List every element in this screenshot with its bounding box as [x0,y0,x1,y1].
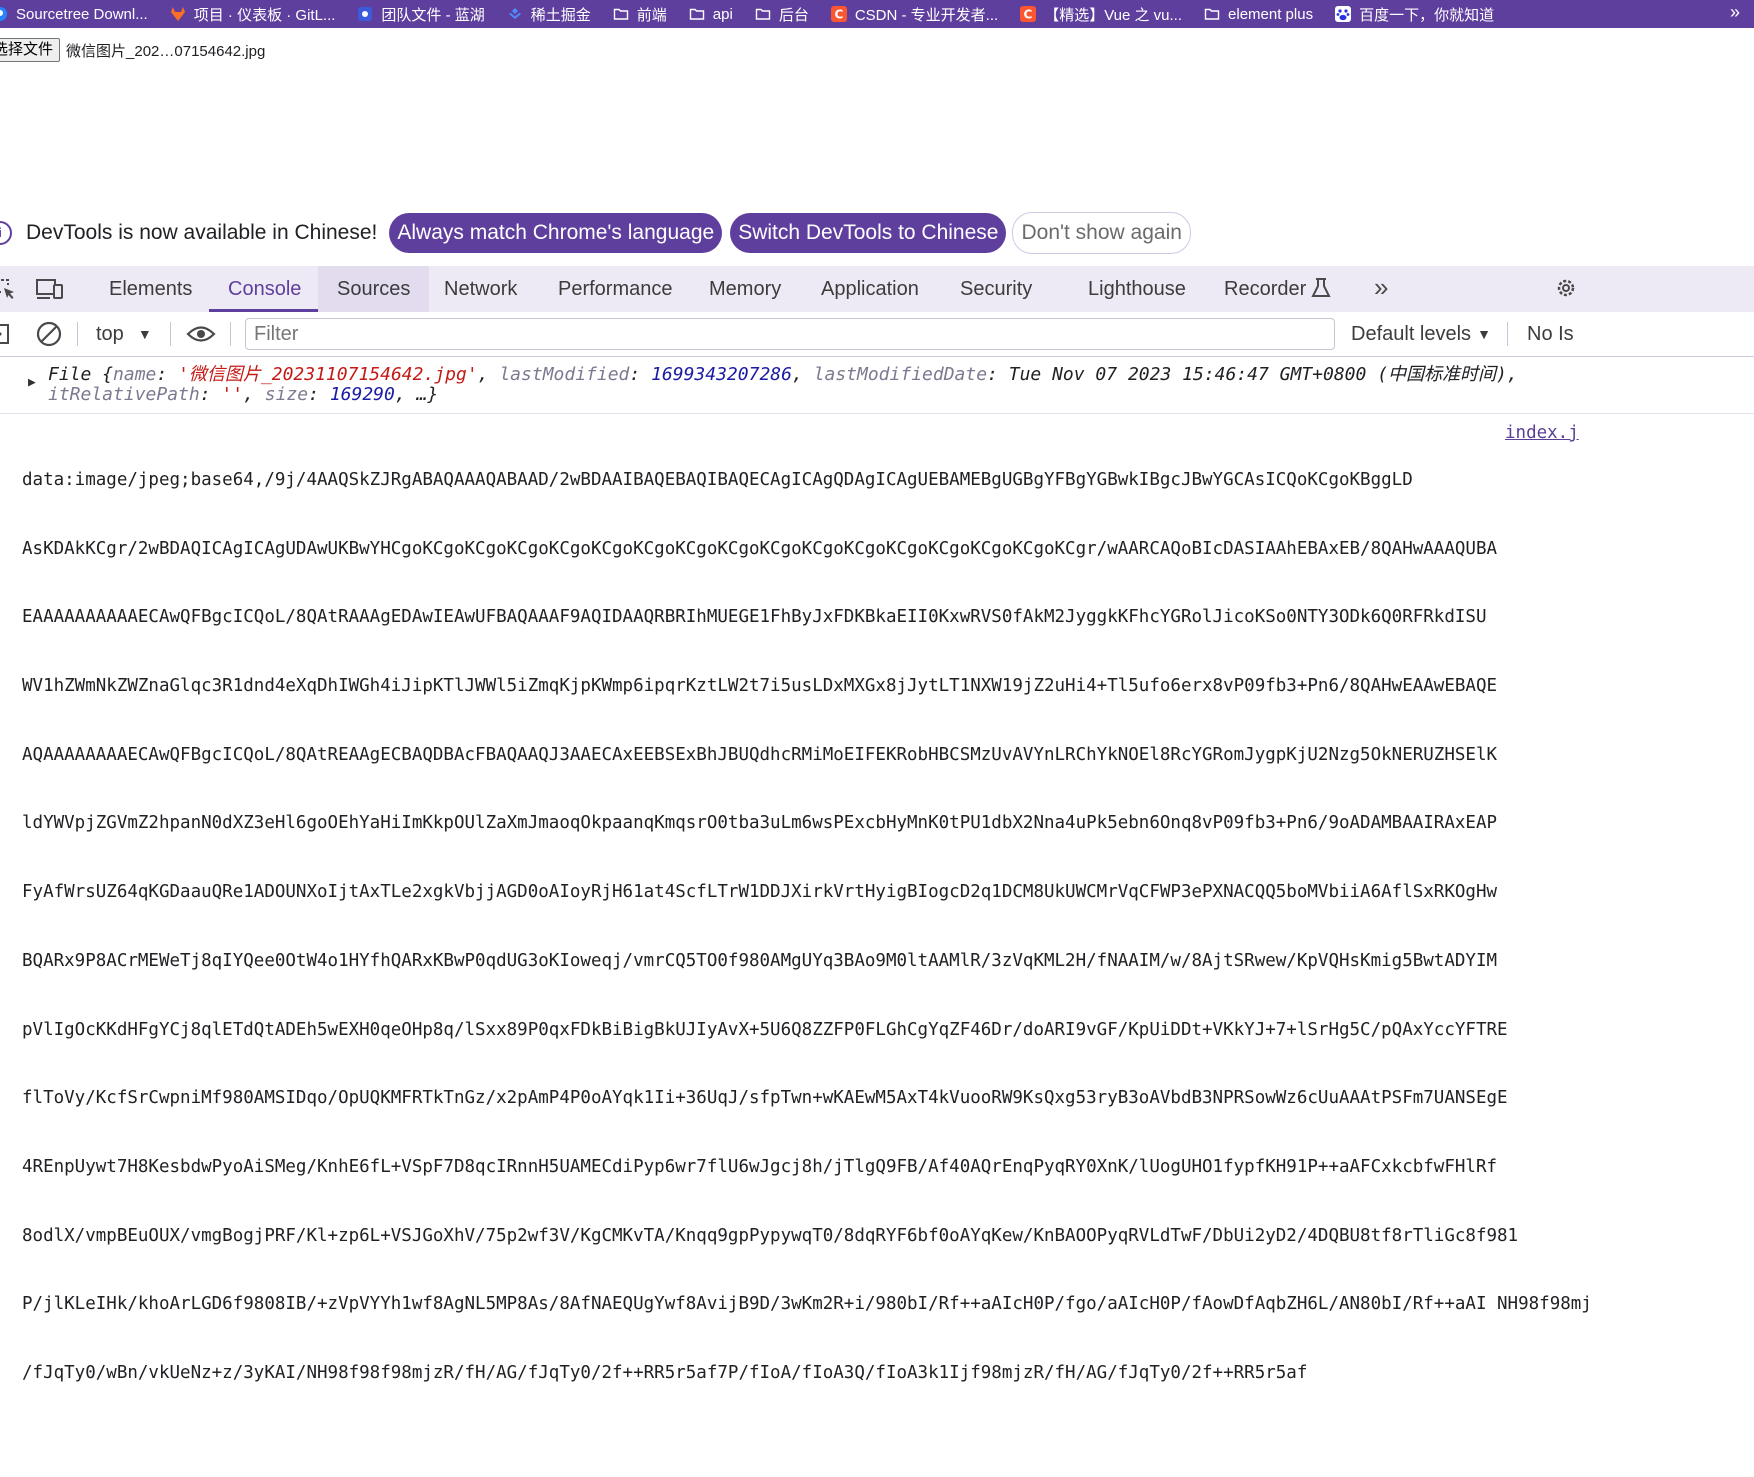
log-line: /fJqTy0/wBn/vkUeNz+z/3yKAI/NH98f98f98mjz… [22,1363,1308,1384]
tab-network[interactable]: Network [425,266,536,312]
choose-file-button[interactable]: 选择文件 [0,38,61,62]
csdn-icon: C [1020,6,1037,22]
bookmark-item[interactable]: C CSDN - 专业开发者... [830,4,999,25]
clear-console-icon[interactable] [36,312,62,356]
divider [230,322,231,346]
log-levels-label: Default levels [1351,322,1472,345]
dont-show-again-button[interactable]: Don't show again [1012,211,1191,254]
log-line: ldYWVpjZGVmZ2hpanN0dXZ3eHl6goOEhYaHiImKk… [22,813,1498,834]
bookmark-label: CSDN - 专业开发者... [854,6,999,24]
tab-sources[interactable]: Sources [318,266,430,312]
bookmark-item[interactable]: element plus [1204,6,1313,23]
sidebar-toggle-icon[interactable] [0,312,12,356]
tab-application[interactable]: Application [802,266,938,312]
info-icon: i [0,220,12,245]
gear-icon[interactable] [1554,276,1578,305]
bookmark-label: api [712,5,733,23]
bookmark-label: 百度一下，你就知道 [1359,6,1495,24]
folder-icon [755,6,771,22]
bookmark-label: 【精选】Vue 之 vu... [1044,6,1183,24]
log-line: AsKDAkKCgr/2wBDAQICAgICAgUDAwUKBwYHCgoKC… [22,538,1498,559]
svg-text:C: C [834,8,843,22]
log-line: WV1hZWmNkZWZnaGlqc3R1dnd4eXqDhIWGh4iJipK… [22,675,1498,696]
console-message-file[interactable]: ▶ File {name: '微信图片_20231107154642.jpg',… [0,357,1754,414]
selected-file-name: 微信图片_202…07154642.jpg [66,42,266,60]
bookmark-label: Sourcetree Downl... [16,5,148,23]
inspect-element-icon[interactable] [0,278,16,305]
log-line: pVlIgOcKKdHFgYCj8qlETdQtADEh5wEXH0qeOHp8… [22,1019,1508,1040]
console-toolbar: top ▼ Default levels ▼ No Is [0,312,1754,357]
always-match-language-button[interactable]: Always match Chrome's language [389,212,723,253]
tab-memory[interactable]: Memory [690,266,800,312]
context-selector[interactable]: top ▼ [96,312,152,356]
tab-console[interactable]: Console [209,266,321,312]
caret-down-icon: ▼ [1477,326,1491,342]
baidu-icon [1335,6,1352,22]
log-line: FyAfWrsUZ64qKGDaauQRe1ADOUNXoIjtAxTLe2xg… [22,882,1498,903]
file-input: 选择文件 微信图片_202…07154642.jpg [0,38,265,62]
tab-performance[interactable]: Performance [539,266,692,312]
log-line: BQARx9P8ACrMEWeTj8qIYQee0OtW4o1HYfhQARxK… [22,950,1498,971]
divider [170,322,171,346]
chevron-double-right-icon[interactable]: » [1730,2,1740,23]
bookmark-item[interactable]: api [689,6,733,23]
tab-security[interactable]: Security [941,266,1051,312]
file-object-line-2: itRelativePath: '', size: 169290, …} [48,384,439,405]
bookmarks-bar: Sourcetree Downl... 项目 · 仪表板 · GitL... 团… [0,0,1754,28]
bookmark-item[interactable]: 团队文件 - 蓝湖 [357,4,485,25]
bookmark-item[interactable]: 稀土掘金 [507,4,591,25]
banner-message: DevTools is now available in Chinese! [26,220,378,244]
gitlab-icon [170,6,186,22]
devtools-tab-bar: Elements Console Sources Network Perform… [0,266,1754,313]
bookmark-item[interactable]: 百度一下，你就知道 [1335,4,1494,25]
file-object-line-1: File {name: '微信图片_20231107154642.jpg', l… [48,364,1518,385]
csdn-icon: C [830,6,847,22]
bookmark-item[interactable]: Sourcetree Downl... [0,6,148,23]
context-label: top [96,322,124,345]
bookmark-label: 团队文件 - 蓝湖 [381,6,485,24]
log-levels-dropdown[interactable]: Default levels ▼ [1351,312,1491,356]
bookmark-item[interactable]: 后台 [755,4,809,25]
svg-text:C: C [1024,8,1033,22]
lanhu-icon [357,6,373,22]
log-line: flToVy/KcfSrCwpniMf980AMSIDqo/OpUQKMFRTk… [22,1088,1508,1109]
folder-icon [1204,6,1220,22]
console-message-data-url: data:image/jpeg;base64,/9j/4AAQSkZJRgABA… [22,423,1592,1477]
log-line: P/jlKLeIHk/khoArLGD6f9808IB/+zVpVYYh1wf8… [22,1294,1592,1315]
log-line: 8odlX/vmpBEuOUX/vmgBogjPRF/Kl+zp6L+VSJGo… [22,1225,1519,1246]
log-line: AQAAAAAAAAECAwQFBgcICQoL/8QAtREAAgECBAQD… [22,744,1498,765]
eye-icon[interactable] [186,312,216,356]
source-link[interactable]: index.j [1497,423,1579,443]
log-line: 4REnpUywt7H8KesbdwPyoAiSMeg/KnhE6fL+VSpF… [22,1157,1498,1177]
divider [77,322,78,346]
issues-counter[interactable]: No Is [1527,312,1574,356]
bookmark-label: 前端 [636,6,667,24]
expand-triangle-icon[interactable]: ▶ [28,375,36,390]
tab-lighthouse[interactable]: Lighthouse [1069,266,1205,312]
bookmark-label: 稀土掘金 [530,6,591,24]
switch-to-chinese-button[interactable]: Switch DevTools to Chinese [730,212,1007,253]
folder-icon [613,6,629,22]
devtools-language-banner: i DevTools is now available in Chinese! … [0,210,1754,255]
bookmark-item[interactable]: C 【精选】Vue 之 vu... [1020,4,1182,25]
flask-icon [1311,277,1331,304]
filter-input[interactable] [246,321,1334,347]
more-tabs-icon[interactable]: » [1374,274,1388,300]
bookmark-label: element plus [1228,5,1314,23]
divider [1507,322,1508,346]
caret-down-icon: ▼ [137,326,152,342]
bookmark-label: 项目 · 仪表板 · GitL... [193,6,336,24]
tab-recorder[interactable]: Recorder [1205,266,1325,312]
device-toolbar-icon[interactable] [36,278,64,305]
juejin-icon [507,6,523,22]
bookmark-item[interactable]: 前端 [613,4,667,25]
bookmark-label: 后台 [778,6,809,24]
filter-field[interactable] [245,318,1335,350]
sourcetree-icon [0,6,8,22]
log-line: EAAAAAAAAAAECAwQFBgcICQoL/8QAtRAAAgEDAwI… [22,607,1487,628]
folder-icon [689,6,705,22]
bookmark-item[interactable]: 项目 · 仪表板 · GitL... [170,4,336,25]
tab-elements[interactable]: Elements [90,266,211,312]
log-line: data:image/jpeg;base64,/9j/4AAQSkZJRgABA… [22,469,1413,490]
